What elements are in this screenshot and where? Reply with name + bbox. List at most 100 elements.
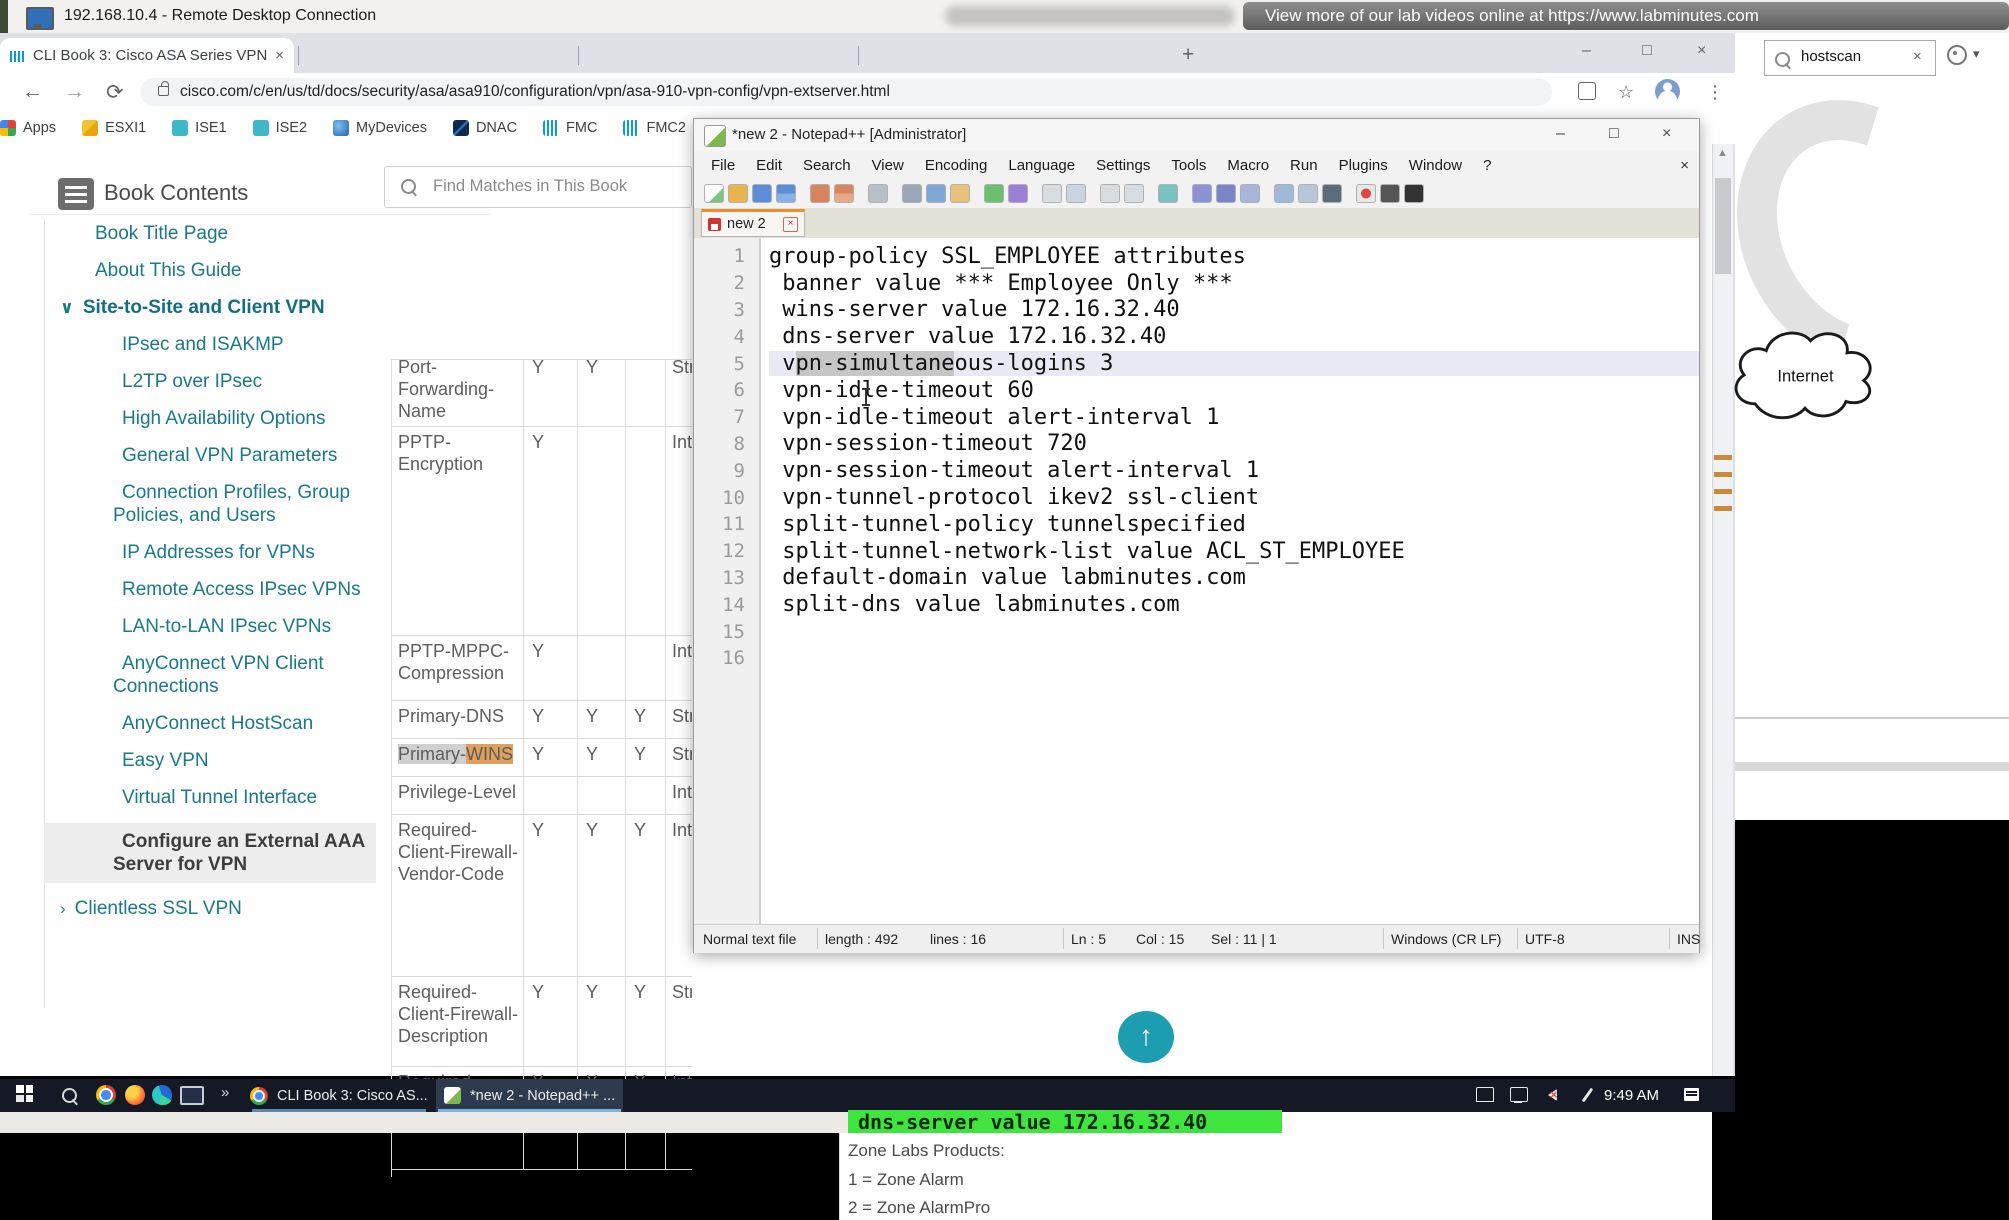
close-icon[interactable]: ×: [1913, 48, 1922, 65]
print-icon[interactable]: [868, 184, 888, 203]
close-button[interactable]: ×: [1662, 125, 1671, 143]
code-text[interactable]: split-dns value labminutes.com: [769, 592, 1699, 617]
toc-item[interactable]: Remote Access IPsec VPNs: [60, 578, 372, 601]
reload-icon[interactable]: ⟳: [106, 80, 124, 105]
pen-tray-icon[interactable]: [1581, 1087, 1594, 1103]
scroll-to-top-button[interactable]: ↑: [1118, 1011, 1174, 1063]
profile-avatar[interactable]: [1655, 79, 1680, 104]
chrome-taskbar-icon[interactable]: [96, 1085, 116, 1105]
code-text[interactable]: vpn-session-timeout 720: [769, 431, 1699, 456]
usb-tray-icon[interactable]: [1476, 1087, 1494, 1102]
menu-item[interactable]: ?: [1483, 157, 1491, 174]
chevron-down-icon[interactable]: ▾: [1973, 46, 1980, 62]
code-text[interactable]: dns-server value 172.16.32.40: [769, 324, 1699, 349]
code-text[interactable]: vpn-idle-timeout alert-interval 1: [769, 405, 1699, 430]
bookmark-item[interactable]: Apps: [0, 119, 56, 136]
code-text[interactable]: wins-server value 172.16.32.40: [769, 297, 1699, 322]
notepad-title-bar[interactable]: *new 2 - Notepad++ [Administrator] – □ ×: [694, 119, 1699, 151]
browser-menu-icon[interactable]: ⋮: [1706, 82, 1724, 103]
network-tray-icon[interactable]: [1510, 1087, 1528, 1103]
toc-item[interactable]: Configure an External AAA Server for VPN: [44, 823, 376, 883]
bookmark-item[interactable]: FMC: [543, 119, 597, 136]
save-icon[interactable]: [752, 184, 772, 203]
code-line[interactable]: 13 default-domain value labminutes.com: [695, 565, 1699, 592]
chevron-icon[interactable]: ›: [60, 899, 66, 918]
taskbar-button-chrome[interactable]: CLI Book 3: Cisco AS...: [250, 1079, 428, 1112]
find-icon[interactable]: [1042, 184, 1062, 203]
code-line[interactable]: 2 banner value *** Employee Only ***: [695, 270, 1699, 297]
code-line[interactable]: 4 dns-server value 172.16.32.40: [695, 323, 1699, 350]
scrollbar-thumb[interactable]: [1715, 178, 1731, 274]
taskbar-button-notepad[interactable]: *new 2 - Notepad++ ...: [436, 1079, 624, 1112]
bookmark-item[interactable]: FMC2: [623, 119, 686, 136]
toc-item[interactable]: L2TP over IPsec: [60, 370, 372, 393]
toc-item[interactable]: › Clientless SSL VPN: [60, 897, 372, 920]
menu-item[interactable]: Tools: [1171, 157, 1206, 174]
code-text[interactable]: vpn-session-timeout alert-interval 1: [769, 458, 1699, 483]
menu-item[interactable]: Window: [1409, 157, 1462, 174]
maximize-button[interactable]: □: [1609, 125, 1619, 143]
edge-taskbar-icon[interactable]: [152, 1085, 172, 1105]
toc-item[interactable]: IPsec and ISAKMP: [60, 333, 372, 356]
redo-icon[interactable]: [1008, 184, 1028, 203]
code-text[interactable]: banner value *** Employee Only ***: [769, 271, 1699, 296]
lock-icon[interactable]: [158, 81, 169, 96]
bookmark-item[interactable]: DNAC: [452, 119, 517, 136]
toc-item[interactable]: Virtual Tunnel Interface: [60, 786, 372, 809]
record-macro-icon[interactable]: [1356, 184, 1376, 203]
code-line[interactable]: 3 wins-server value 172.16.32.40: [695, 297, 1699, 324]
toc-item[interactable]: General VPN Parameters: [60, 444, 372, 467]
forward-icon[interactable]: →: [64, 80, 85, 104]
code-text[interactable]: default-domain value labminutes.com: [769, 565, 1699, 590]
menu-item[interactable]: Settings: [1096, 157, 1150, 174]
code-line[interactable]: 15: [695, 618, 1699, 645]
address-bar[interactable]: cisco.com/c/en/us/td/docs/security/asa/a…: [140, 78, 1552, 106]
zoom-in-icon[interactable]: [1100, 184, 1120, 203]
window-close-button[interactable]: ×: [1697, 42, 1706, 60]
cut-icon[interactable]: [902, 184, 922, 203]
indent-guide-icon[interactable]: [1240, 184, 1260, 203]
code-line[interactable]: 5 vpn-simultaneous-logins 3: [695, 350, 1699, 377]
clock[interactable]: 9:49 AM: [1604, 1087, 1659, 1104]
bookmark-item[interactable]: ISE1: [172, 119, 227, 136]
minimize-button[interactable]: –: [1556, 125, 1565, 143]
copy-icon[interactable]: [926, 184, 946, 203]
bookmark-item[interactable]: MyDevices: [333, 119, 427, 136]
window-maximize-button[interactable]: □: [1642, 42, 1652, 60]
new-tab-button[interactable]: +: [1182, 44, 1194, 65]
find-input-text[interactable]: hostscan: [1801, 48, 1861, 65]
bookmark-star-icon[interactable]: ☆: [1618, 82, 1634, 103]
toc-item[interactable]: High Availability Options: [60, 407, 372, 430]
paste-icon[interactable]: [950, 184, 970, 203]
word-wrap-icon[interactable]: [1192, 184, 1212, 203]
document-close-icon[interactable]: ×: [1680, 157, 1689, 174]
code-text[interactable]: split-tunnel-policy tunnelspecified: [769, 512, 1699, 537]
code-text[interactable]: split-tunnel-network-list value ACL_ST_E…: [769, 539, 1699, 564]
browser-tab[interactable]: CLI Book 3: Cisco ASA Series VPN ×: [0, 38, 295, 73]
code-text[interactable]: vpn-idle-timeout 60: [769, 378, 1699, 403]
toc-item[interactable]: Book Title Page: [60, 222, 372, 245]
code-line[interactable]: 12 split-tunnel-network-list value ACL_S…: [695, 538, 1699, 565]
code-line[interactable]: 7 vpn-idle-timeout alert-interval 1: [695, 404, 1699, 431]
tab-close-icon[interactable]: ×: [783, 216, 798, 232]
close-icon[interactable]: [810, 184, 830, 203]
toc-item[interactable]: AnyConnect VPN Client Connections: [60, 652, 372, 698]
menu-item[interactable]: Plugins: [1339, 157, 1388, 174]
speaker-muted-icon[interactable]: [1548, 1087, 1558, 1102]
window-minimize-button[interactable]: –: [1582, 42, 1591, 60]
save-all-icon[interactable]: [776, 184, 796, 203]
code-line[interactable]: 1 group-policy SSL_EMPLOYEE attributes: [695, 243, 1699, 270]
bookmark-item[interactable]: ISE2: [252, 119, 307, 136]
find-bar[interactable]: hostscan ×: [1764, 40, 1936, 76]
code-line[interactable]: 11 split-tunnel-policy tunnelspecified: [695, 511, 1699, 538]
editor-area[interactable]: 1 group-policy SSL_EMPLOYEE attributes 2…: [695, 238, 1699, 924]
bookmark-item[interactable]: ESXI1: [82, 119, 146, 136]
code-line[interactable]: 6 vpn-idle-timeout 60: [695, 377, 1699, 404]
code-text[interactable]: vpn-simultaneous-logins 3: [769, 351, 1699, 377]
code-line[interactable]: 14 split-dns value labminutes.com: [695, 591, 1699, 618]
reading-mode-icon[interactable]: [1578, 82, 1596, 100]
menu-item[interactable]: Run: [1290, 157, 1318, 174]
menu-item[interactable]: Language: [1008, 157, 1075, 174]
chevron-icon[interactable]: ∨: [60, 298, 74, 317]
menu-item[interactable]: Macro: [1227, 157, 1269, 174]
